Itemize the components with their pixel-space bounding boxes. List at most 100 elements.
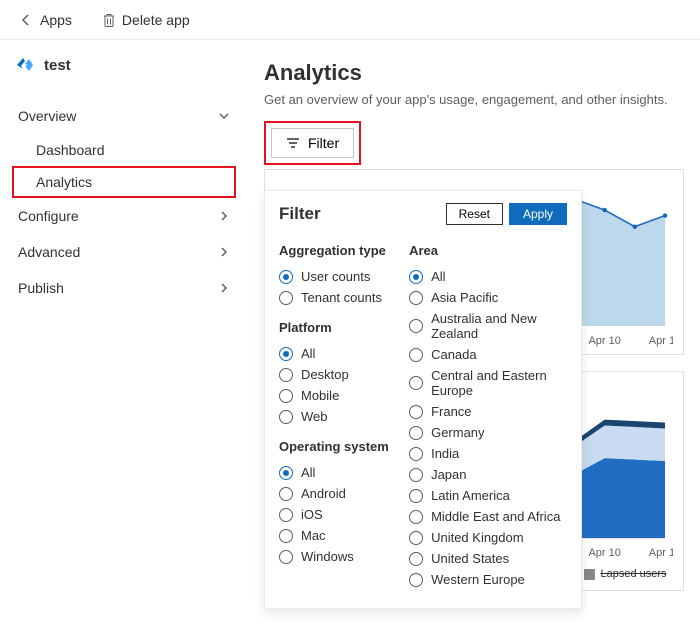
filter-button-label: Filter [308,135,339,151]
radio-option[interactable]: France [409,401,567,422]
radio-option[interactable]: Germany [409,422,567,443]
filter-panel-title: Filter [279,204,321,224]
chevron-right-icon [218,246,230,258]
legend-label: Lapsed users [601,568,667,580]
sidebar-item-label: Overview [18,108,76,124]
radio-option[interactable]: Web [279,406,391,427]
radio-label: India [431,446,459,461]
radio-icon [409,270,423,284]
sidebar-item-publish[interactable]: Publish [12,270,236,306]
radio-option[interactable]: United States [409,548,567,569]
radio-label: Latin America [431,488,510,503]
radio-label: United States [431,551,509,566]
sidebar-item-analytics[interactable]: Analytics [12,166,236,198]
radio-option[interactable]: Australia and New Zealand [409,308,567,344]
legend-swatch-icon [584,569,595,580]
chevron-left-icon [20,14,32,26]
radio-label: Web [301,409,328,424]
radio-icon [279,410,293,424]
radio-option[interactable]: United Kingdom [409,527,567,548]
page-subtitle: Get an overview of your app's usage, eng… [264,92,684,107]
radio-icon [279,466,293,480]
svg-text:Apr 19: Apr 19 [649,335,673,347]
app-header: test [12,54,236,76]
radio-icon [409,348,423,362]
radio-icon [279,270,293,284]
app-name: test [44,57,71,74]
filter-button-highlight: Filter [264,121,361,165]
filter-panel: Filter Reset Apply Aggregation type User… [264,190,582,609]
radio-option[interactable]: Android [279,483,391,504]
page-title: Analytics [264,60,684,86]
radio-label: Desktop [301,367,349,382]
svg-text:Apr 10: Apr 10 [588,335,620,347]
sidebar-item-advanced[interactable]: Advanced [12,234,236,270]
radio-option[interactable]: Mobile [279,385,391,406]
filter-group-label-agg: Aggregation type [279,243,391,258]
radio-icon [409,291,423,305]
svg-text:Apr 19: Apr 19 [649,547,673,559]
radio-option[interactable]: User counts [279,266,391,287]
radio-option[interactable]: Tenant counts [279,287,391,308]
radio-label: Canada [431,347,477,362]
radio-icon [279,529,293,543]
sidebar-item-overview[interactable]: Overview [12,98,236,134]
sidebar-item-label: Advanced [18,244,80,260]
radio-option[interactable]: Canada [409,344,567,365]
sidebar-item-label: Dashboard [36,142,105,158]
reset-button[interactable]: Reset [446,203,503,225]
app-logo-icon [14,54,36,76]
main: Analytics Get an overview of your app's … [248,40,700,644]
filter-group-label-platform: Platform [279,320,391,335]
radio-option[interactable]: Japan [409,464,567,485]
radio-option[interactable]: Latin America [409,485,567,506]
radio-icon [409,510,423,524]
radio-label: Mobile [301,388,339,403]
sidebar-item-dashboard[interactable]: Dashboard [12,134,236,166]
radio-icon [409,573,423,587]
sidebar-item-label: Analytics [36,174,92,190]
radio-label: Western Europe [431,572,525,587]
radio-option[interactable]: All [409,266,567,287]
delete-app-label: Delete app [122,12,190,28]
radio-label: Mac [301,528,326,543]
radio-option[interactable]: All [279,343,391,364]
radio-option[interactable]: Western Europe [409,569,567,590]
radio-option[interactable]: India [409,443,567,464]
radio-option[interactable]: All [279,462,391,483]
radio-icon [279,508,293,522]
radio-label: United Kingdom [431,530,524,545]
chevron-right-icon [218,210,230,222]
radio-option[interactable]: Central and Eastern Europe [409,365,567,401]
radio-label: All [301,346,315,361]
apply-button[interactable]: Apply [509,203,567,225]
radio-option[interactable]: Asia Pacific [409,287,567,308]
radio-icon [279,487,293,501]
chevron-down-icon [218,110,230,122]
back-button-label: Apps [40,12,72,28]
back-button[interactable]: Apps [12,8,80,32]
radio-option[interactable]: Middle East and Africa [409,506,567,527]
radio-icon [409,405,423,419]
radio-label: Tenant counts [301,290,382,305]
radio-icon [279,368,293,382]
radio-icon [409,468,423,482]
sidebar-item-configure[interactable]: Configure [12,198,236,234]
radio-icon [279,291,293,305]
radio-label: Germany [431,425,484,440]
radio-option[interactable]: Desktop [279,364,391,385]
filter-icon [286,137,300,149]
delete-app-button[interactable]: Delete app [94,8,198,32]
radio-option[interactable]: Mac [279,525,391,546]
radio-option[interactable]: Windows [279,546,391,567]
radio-label: Japan [431,467,466,482]
radio-icon [409,531,423,545]
radio-label: Asia Pacific [431,290,498,305]
legend-item[interactable]: Lapsed users [584,568,667,580]
radio-label: Middle East and Africa [431,509,560,524]
radio-option[interactable]: iOS [279,504,391,525]
filter-button[interactable]: Filter [271,128,354,158]
radio-label: France [431,404,471,419]
filter-group-label-os: Operating system [279,439,391,454]
radio-icon [279,389,293,403]
